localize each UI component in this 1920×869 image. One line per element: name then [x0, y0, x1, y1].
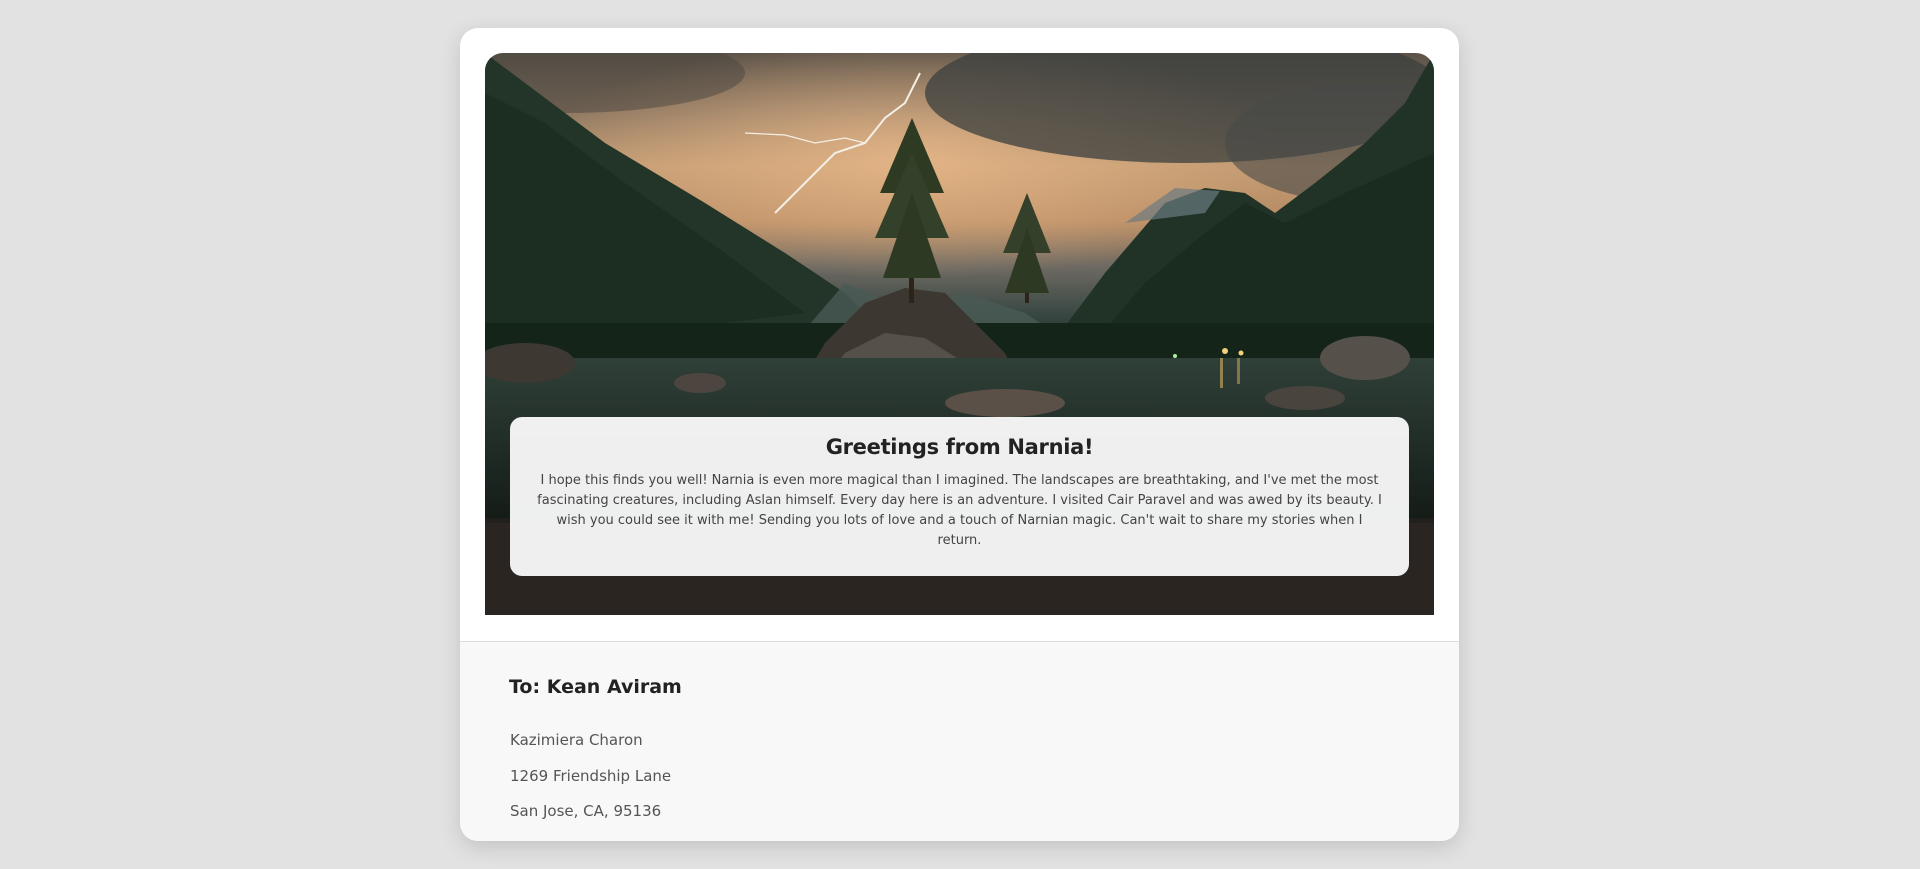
postcard-title: Greetings from Narnia! — [825, 435, 1094, 459]
message-panel: Greetings from Narnia! I hope this finds… — [510, 417, 1409, 576]
address-city: San Jose, CA, 95136 — [510, 802, 662, 820]
landscape-photo: Greetings from Narnia! I hope this finds… — [485, 53, 1434, 615]
address-street: 1269 Friendship Lane — [510, 767, 672, 785]
recipient-line: To: Kean Aviram — [509, 676, 682, 698]
postcard-message: I hope this finds you well! Narnia is ev… — [537, 473, 1382, 548]
address-name: Kazimiera Charon — [510, 731, 643, 749]
address-panel: To: Kean Aviram Kazimiera Charon 1269 Fr… — [460, 642, 1459, 841]
postcard: Greetings from Narnia! I hope this finds… — [460, 28, 1459, 841]
